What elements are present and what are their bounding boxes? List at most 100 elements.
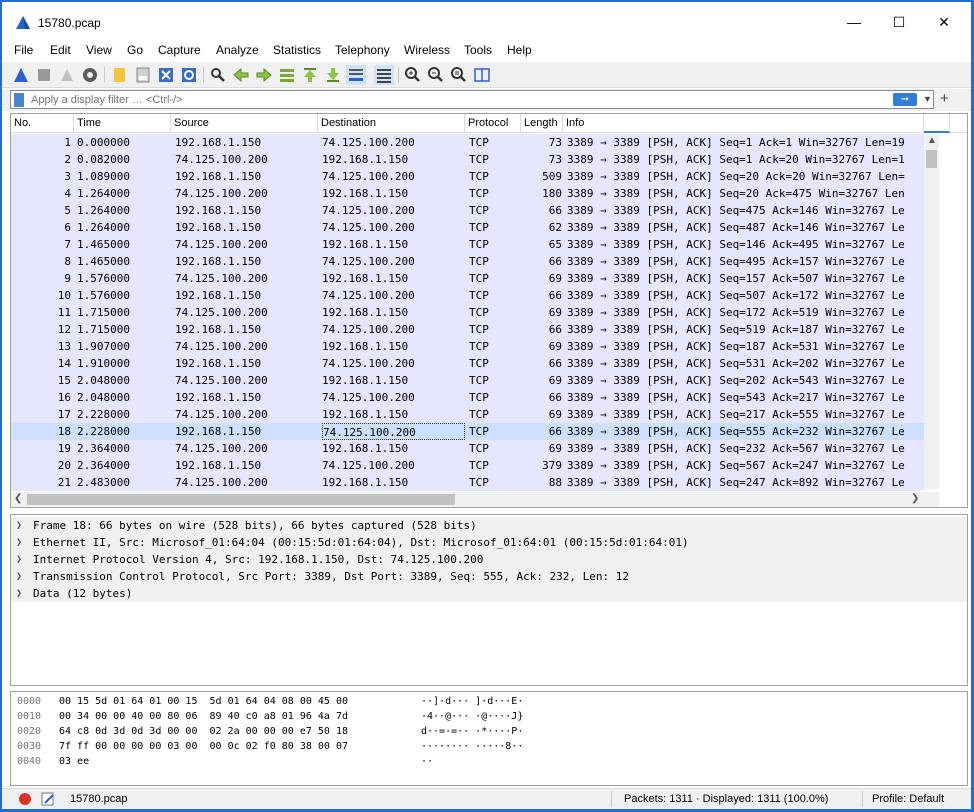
table-row-selected[interactable]: 18 2.228000 192.168.1.150 74.125.100.200 TCP… [11, 423, 924, 440]
column-header-spacer [924, 114, 950, 133]
table-row[interactable]: 5 1.264000 192.168.1.150 74.125.100.200 TCP 6… [11, 202, 924, 219]
menu-go[interactable]: Go [127, 43, 143, 57]
table-row[interactable]: 7 1.465000 74.125.100.200 192.168.1.150 TCP 6… [11, 236, 924, 253]
cell-src: 192.168.1.150 [175, 289, 262, 302]
menu-wireless[interactable]: Wireless [404, 43, 450, 57]
detail-row-data[interactable]: ❯ Data (12 bytes) [11, 585, 967, 602]
detail-row-tcp[interactable]: ❯ Transmission Control Protocol, Src Port… [11, 568, 967, 585]
cell-proto: TCP [469, 289, 489, 302]
save-icon[interactable] [133, 65, 153, 85]
table-row[interactable]: 19 2.364000 74.125.100.200 192.168.1.150 TCP… [11, 440, 924, 457]
add-filter-button-plus-icon[interactable]: + [940, 90, 949, 108]
bookmark-icon[interactable] [14, 93, 24, 107]
close-button[interactable]: ✕ [924, 10, 964, 34]
packet-list-horizontal-scrollbar[interactable]: ❮ ❯ [11, 492, 939, 507]
table-row[interactable]: 20 2.364000 192.168.1.150 74.125.100.200 TCP… [11, 457, 924, 474]
autoscroll-icon[interactable] [346, 65, 366, 85]
capture-status-record-icon[interactable] [18, 792, 32, 806]
menu-capture[interactable]: Capture [158, 43, 201, 57]
stop-icon[interactable] [34, 65, 54, 85]
table-row[interactable]: 2 0.082000 74.125.100.200 192.168.1.150 TCP 7… [11, 151, 924, 168]
cell-dst: 74.125.100.200 [322, 204, 415, 217]
table-row[interactable]: 16 2.048000 192.168.1.150 74.125.100.200 TCP… [11, 389, 924, 406]
shark-fin-icon[interactable] [11, 65, 31, 85]
scroll-right-arrow-icon[interactable]: ❯ [911, 493, 919, 504]
cell-no: 16 [57, 391, 71, 404]
detail-row-frame[interactable]: ❯ Frame 18: 66 bytes on wire (528 bits), … [11, 517, 967, 534]
menu-help[interactable]: Help [507, 43, 532, 57]
table-row[interactable]: 6 1.264000 192.168.1.150 74.125.100.200 TCP 6… [11, 219, 924, 236]
menu-tools[interactable]: Tools [464, 43, 492, 57]
expand-chevron-right-icon[interactable]: ❯ [16, 585, 22, 602]
column-header-no[interactable]: No. [11, 114, 74, 133]
cell-dst: 192.168.1.150 [322, 187, 409, 200]
detail-row-ethernet[interactable]: ❯ Ethernet II, Src: Microsof_01:64:04 (00… [11, 534, 967, 551]
edit-comment-icon[interactable] [40, 791, 56, 807]
column-header-info[interactable]: Info [563, 114, 924, 133]
normal-size-icon[interactable] [449, 65, 469, 85]
table-row[interactable]: 4 1.264000 74.125.100.200 192.168.1.150 TCP 1… [11, 185, 924, 202]
find-icon[interactable] [208, 65, 228, 85]
menu-statistics[interactable]: Statistics [273, 43, 321, 57]
last-packet-icon[interactable] [323, 65, 343, 85]
colorize-icon[interactable] [374, 65, 394, 85]
column-header-time[interactable]: Time [74, 114, 171, 133]
vertical-scroll-thumb[interactable] [926, 150, 937, 168]
cell-proto: TCP [469, 221, 489, 234]
table-row[interactable]: 8 1.465000 192.168.1.150 74.125.100.200 TCP 6… [11, 253, 924, 270]
scroll-up-arrow-icon[interactable]: ▲ [927, 135, 937, 146]
cell-dst: 192.168.1.150 [322, 408, 409, 421]
cell-no: 21 [57, 476, 71, 489]
restart-icon[interactable] [57, 65, 77, 85]
cell-src: 74.125.100.200 [175, 374, 268, 387]
table-row[interactable]: 1 0.000000 192.168.1.150 74.125.100.200 TCP 7… [11, 134, 924, 151]
table-row[interactable]: 13 1.907000 74.125.100.200 192.168.1.150 TCP… [11, 338, 924, 355]
column-header-destination[interactable]: Destination [318, 114, 465, 133]
resize-columns-icon[interactable] [472, 65, 492, 85]
column-header-length[interactable]: Length [521, 114, 563, 133]
menu-telephony[interactable]: Telephony [335, 43, 390, 57]
goto-packet-icon[interactable] [277, 65, 297, 85]
maximize-button[interactable]: ☐ [879, 10, 919, 34]
detail-row-ipv4[interactable]: ❯ Internet Protocol Version 4, Src: 192.1… [11, 551, 967, 568]
reload-icon[interactable] [179, 65, 199, 85]
column-header-protocol[interactable]: Protocol [465, 114, 521, 133]
horizontal-scroll-thumb[interactable] [27, 494, 455, 505]
filter-history-chevron-down-icon[interactable]: ▼ [923, 91, 933, 108]
display-filter-input[interactable] [31, 92, 891, 107]
main-toolbar [2, 62, 971, 88]
table-row[interactable]: 11 1.715000 74.125.100.200 192.168.1.150 TCP… [11, 304, 924, 321]
table-row[interactable]: 12 1.715000 192.168.1.150 74.125.100.200 TCP… [11, 321, 924, 338]
apply-filter-arrow-icon[interactable]: ➞ [893, 93, 917, 106]
column-header-source[interactable]: Source [171, 114, 318, 133]
forward-arrow-icon[interactable] [254, 65, 274, 85]
table-row[interactable]: 3 1.089000 192.168.1.150 74.125.100.200 TCP 5… [11, 168, 924, 185]
menu-view[interactable]: View [86, 43, 112, 57]
open-folder-icon[interactable] [110, 65, 130, 85]
expand-chevron-right-icon[interactable]: ❯ [16, 534, 22, 551]
expand-chevron-right-icon[interactable]: ❯ [16, 551, 22, 568]
back-arrow-icon[interactable] [231, 65, 251, 85]
menu-file[interactable]: File [14, 43, 33, 57]
first-packet-icon[interactable] [300, 65, 320, 85]
table-row[interactable]: 21 2.483000 74.125.100.200 192.168.1.150 TCP… [11, 474, 924, 491]
status-profile[interactable]: Profile: Default [872, 793, 944, 805]
cell-len: 66 [548, 357, 562, 370]
scroll-left-arrow-icon[interactable]: ❮ [14, 493, 22, 504]
close-file-icon[interactable] [156, 65, 176, 85]
table-row[interactable]: 9 1.576000 74.125.100.200 192.168.1.150 TCP 6… [11, 270, 924, 287]
zoom-out-icon[interactable] [426, 65, 446, 85]
shark-fin-icon [16, 16, 30, 29]
table-row[interactable]: 15 2.048000 74.125.100.200 192.168.1.150 TCP… [11, 372, 924, 389]
packet-list-vertical-scrollbar[interactable]: ▲ [924, 134, 939, 489]
table-row[interactable]: 10 1.576000 192.168.1.150 74.125.100.200 TCP… [11, 287, 924, 304]
options-gear-icon[interactable] [80, 65, 100, 85]
table-row[interactable]: 14 1.910000 192.168.1.150 74.125.100.200 TCP… [11, 355, 924, 372]
zoom-in-icon[interactable] [403, 65, 423, 85]
table-row[interactable]: 17 2.228000 74.125.100.200 192.168.1.150 TCP… [11, 406, 924, 423]
minimize-button[interactable]: — [834, 10, 874, 34]
menu-analyze[interactable]: Analyze [216, 43, 259, 57]
menu-edit[interactable]: Edit [50, 43, 71, 57]
expand-chevron-right-icon[interactable]: ❯ [16, 568, 22, 585]
expand-chevron-right-icon[interactable]: ❯ [16, 517, 22, 534]
